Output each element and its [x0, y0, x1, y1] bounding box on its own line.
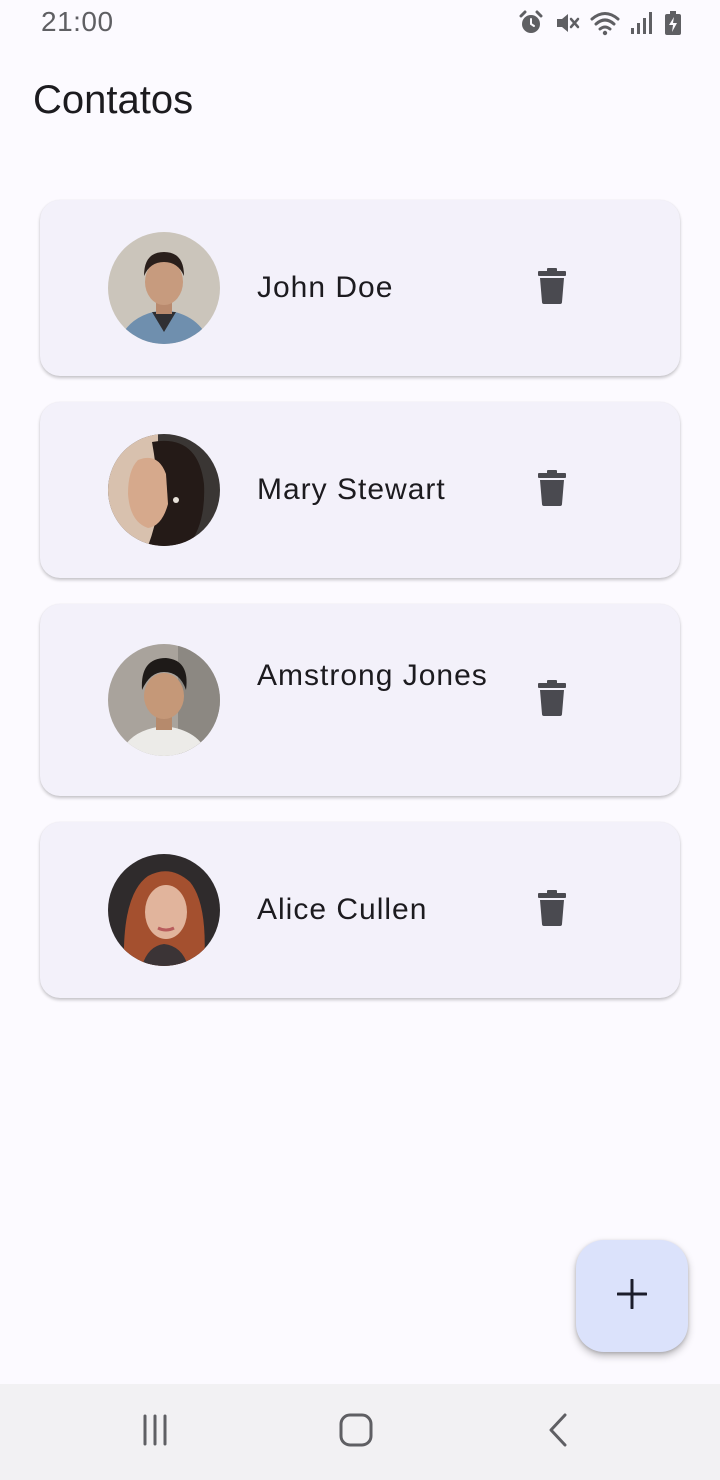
- trash-icon: [538, 469, 566, 511]
- wifi-icon: [590, 10, 620, 36]
- contact-card[interactable]: Mary Stewart: [40, 402, 680, 578]
- delete-button[interactable]: [526, 674, 578, 726]
- contact-name: John Doe: [257, 271, 394, 304]
- system-nav-bar: [0, 1384, 720, 1480]
- contact-card[interactable]: Alice Cullen: [40, 822, 680, 998]
- avatar: [108, 854, 220, 966]
- alarm-icon: [518, 10, 544, 36]
- trash-icon: [538, 889, 566, 931]
- contact-name: Mary Stewart: [257, 473, 446, 506]
- contact-card[interactable]: John Doe: [40, 200, 680, 376]
- back-button[interactable]: [538, 1412, 578, 1452]
- avatar: [108, 644, 220, 756]
- home-icon: [339, 1413, 373, 1452]
- back-icon: [547, 1413, 569, 1452]
- plus-icon: [616, 1278, 648, 1314]
- avatar: [108, 232, 220, 344]
- status-bar: 21:00: [0, 0, 720, 48]
- home-button[interactable]: [336, 1412, 376, 1452]
- battery-charging-icon: [664, 10, 682, 36]
- avatar: [108, 434, 220, 546]
- status-icons: [518, 10, 682, 36]
- page-title: Contatos: [33, 78, 194, 122]
- contact-name: Amstrong Jones: [257, 659, 488, 692]
- trash-icon: [538, 679, 566, 721]
- contact-card[interactable]: Amstrong Jones: [40, 604, 680, 796]
- recents-icon: [139, 1414, 171, 1451]
- delete-button[interactable]: [526, 884, 578, 936]
- mute-icon: [554, 10, 580, 36]
- delete-button[interactable]: [526, 464, 578, 516]
- contact-name: Alice Cullen: [257, 893, 428, 926]
- add-contact-button[interactable]: [576, 1240, 688, 1352]
- recents-button[interactable]: [135, 1412, 175, 1452]
- status-time: 21:00: [41, 6, 114, 37]
- signal-icon: [630, 10, 654, 36]
- trash-icon: [538, 267, 566, 309]
- delete-button[interactable]: [526, 262, 578, 314]
